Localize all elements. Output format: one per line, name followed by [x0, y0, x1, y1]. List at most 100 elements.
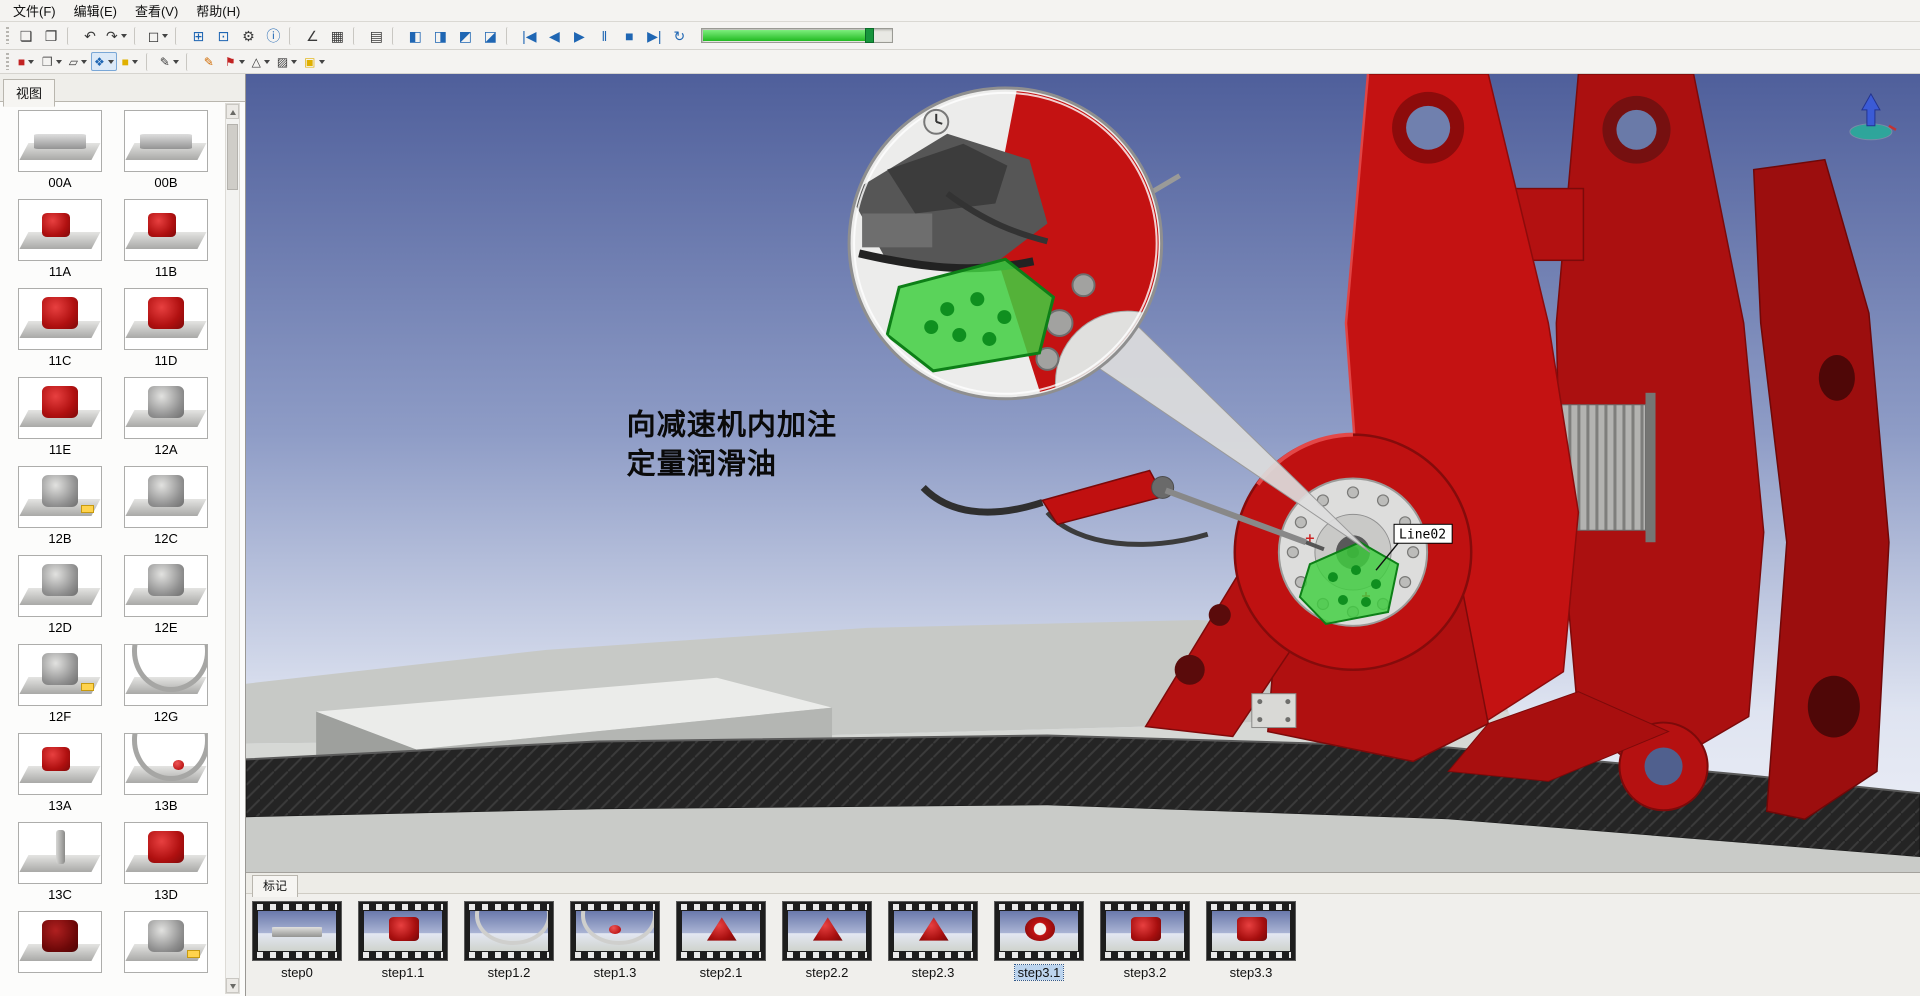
view-thumbnail[interactable] [18, 110, 102, 172]
step-item[interactable]: step2.2 [782, 901, 872, 980]
view-item[interactable]: 13C [14, 822, 106, 902]
zoom-window-icon[interactable]: ⊡ [211, 25, 235, 47]
view-item[interactable]: 13B [120, 733, 212, 813]
toolbar-separator[interactable] [289, 27, 296, 45]
play-prev-icon[interactable]: ◀ [542, 25, 566, 47]
swatch-icon[interactable]: ■ [118, 52, 142, 71]
scroll-down-arrow[interactable] [226, 978, 239, 993]
view-side-icon[interactable]: ◩ [453, 25, 477, 47]
play-last-icon[interactable]: ▶| [642, 25, 666, 47]
erase-marks-icon[interactable]: ▨ [274, 52, 300, 71]
viewport-3d[interactable]: Line02 向减速机内加注 定量润滑油 [246, 74, 1920, 872]
paint-fill-icon[interactable]: ■ [14, 52, 38, 71]
pause-icon[interactable]: ‖ [592, 25, 616, 47]
view-item[interactable]: 11A [14, 199, 106, 279]
step-thumbnail[interactable] [676, 901, 766, 961]
toolbar-separator[interactable] [175, 27, 182, 45]
toolbar-grip[interactable] [6, 27, 9, 44]
stop-icon[interactable]: ■ [617, 25, 641, 47]
toolbar-separator[interactable] [134, 27, 141, 45]
open-file-icon[interactable]: ❏ [14, 25, 38, 47]
settings-gear-icon[interactable]: ⚙ [236, 25, 260, 47]
play-icon[interactable]: ▶ [567, 25, 591, 47]
view-item[interactable]: 12F [14, 644, 106, 724]
note-icon[interactable]: ▣ [301, 52, 327, 71]
view-item[interactable]: 00B [120, 110, 212, 190]
step-item[interactable]: step3.3 [1206, 901, 1296, 980]
animation-progress-slider[interactable] [701, 28, 893, 43]
view-thumbnail[interactable] [124, 110, 208, 172]
info-icon[interactable]: ⓘ [261, 25, 285, 47]
step-thumbnail[interactable] [464, 901, 554, 961]
display-mode-icon[interactable]: ◻ [145, 25, 172, 47]
step-thumbnail[interactable] [570, 901, 660, 961]
step-item[interactable]: step2.3 [888, 901, 978, 980]
view-item[interactable]: 11E [14, 377, 106, 457]
view-item[interactable]: 00A [14, 110, 106, 190]
view-thumbnail[interactable] [18, 199, 102, 261]
view-front-icon[interactable]: ◨ [428, 25, 452, 47]
view-thumbnail[interactable] [124, 555, 208, 617]
scroll-thumb[interactable] [227, 124, 238, 190]
view-item[interactable] [14, 911, 106, 976]
view-item[interactable]: 13A [14, 733, 106, 813]
eraser-icon[interactable]: ▱ [66, 52, 90, 71]
view-thumbnail[interactable] [124, 466, 208, 528]
protractor-icon[interactable]: △ [249, 52, 273, 71]
step-item[interactable]: step1.1 [358, 901, 448, 980]
view-thumbnail[interactable] [124, 288, 208, 350]
view-thumbnail[interactable] [124, 911, 208, 973]
view-item[interactable]: 11B [120, 199, 212, 279]
view-thumbnail[interactable] [18, 644, 102, 706]
step-thumbnail[interactable] [1100, 901, 1190, 961]
view-item[interactable]: 11C [14, 288, 106, 368]
grid-icon[interactable]: ▦ [325, 25, 349, 47]
view-thumbnail[interactable] [18, 555, 102, 617]
toolbar-separator[interactable] [186, 53, 193, 71]
step-thumbnail[interactable] [888, 901, 978, 961]
redo-icon[interactable]: ↷ [103, 25, 130, 47]
fit-window-icon[interactable]: ⊞ [186, 25, 210, 47]
view-thumbnail[interactable] [18, 288, 102, 350]
view-thumbnail[interactable] [124, 822, 208, 884]
step-item[interactable]: step3.2 [1100, 901, 1190, 980]
view-thumbnail[interactable] [124, 644, 208, 706]
view-thumbnail[interactable] [124, 733, 208, 795]
view-item[interactable] [120, 911, 212, 976]
undo-icon[interactable]: ↶ [78, 25, 102, 47]
view-top-icon[interactable]: ◪ [478, 25, 502, 47]
view-item[interactable]: 12C [120, 466, 212, 546]
view-item[interactable]: 12A [120, 377, 212, 457]
view-thumbnail[interactable] [18, 733, 102, 795]
view-thumbnail[interactable] [18, 911, 102, 973]
loop-icon[interactable]: ↻ [667, 25, 691, 47]
view-item[interactable]: 13D [120, 822, 212, 902]
menu-help[interactable]: 帮助(H) [187, 0, 249, 22]
progress-handle[interactable] [865, 28, 874, 43]
view-item[interactable]: 12D [14, 555, 106, 635]
step-item[interactable]: step0 [252, 901, 342, 980]
toolbar-separator[interactable] [506, 27, 513, 45]
menu-file[interactable]: 文件(F) [4, 0, 65, 22]
toolbar-separator[interactable] [353, 27, 360, 45]
move-tool-icon[interactable]: ❖ [91, 52, 117, 71]
step-item[interactable]: step1.2 [464, 901, 554, 980]
view-item[interactable]: 11D [120, 288, 212, 368]
3d-scene-canvas[interactable]: Line02 向减速机内加注 定量润滑油 [246, 74, 1920, 872]
step-thumbnail[interactable] [358, 901, 448, 961]
step-thumbnail[interactable] [994, 901, 1084, 961]
view-item[interactable]: 12G [120, 644, 212, 724]
view-iso-icon[interactable]: ◧ [403, 25, 427, 47]
step-item[interactable]: step3.1 [994, 901, 1084, 980]
toolbar-separator[interactable] [67, 27, 74, 45]
view-item[interactable]: 12B [14, 466, 106, 546]
toolbar-separator[interactable] [392, 27, 399, 45]
step-thumbnail[interactable] [1206, 901, 1296, 961]
flag-icon[interactable]: ⚑ [222, 52, 248, 71]
view-thumbnail[interactable] [18, 466, 102, 528]
view-item[interactable]: 12E [120, 555, 212, 635]
menu-edit[interactable]: 编辑(E) [65, 0, 126, 22]
view-thumbnail[interactable] [124, 199, 208, 261]
step-thumbnail[interactable] [782, 901, 872, 961]
play-first-icon[interactable]: |◀ [517, 25, 541, 47]
